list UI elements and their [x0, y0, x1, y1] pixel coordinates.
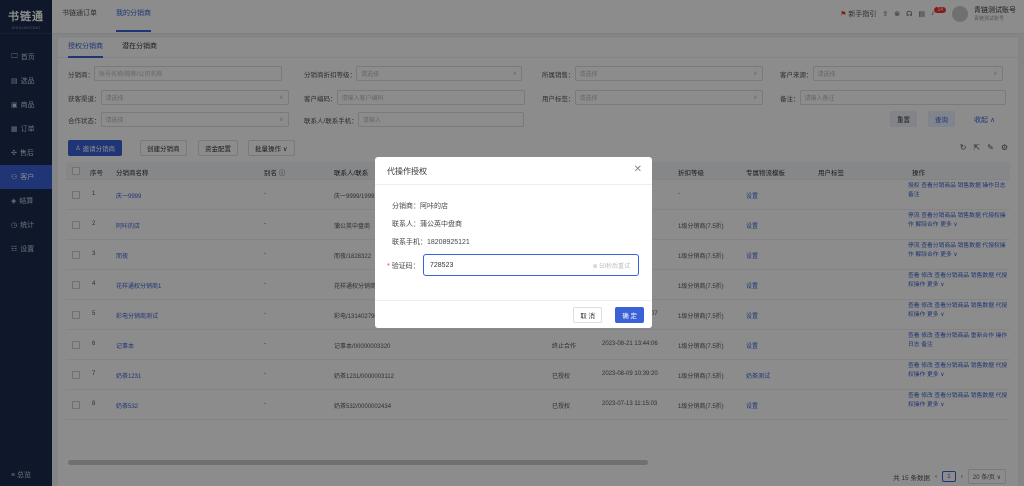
authorize-modal: 代操作授权 ✕ 分销商：阿咔的店 联系人：蒲公英中盘商 联系手机：1820892… — [375, 157, 652, 328]
modal-distributor: 分销商：阿咔的店 — [392, 203, 448, 210]
confirm-button[interactable]: 确 定 — [615, 307, 644, 323]
clear-icon[interactable]: ⊗ — [593, 264, 598, 270]
modal-phone: 联系手机：18208925121 — [392, 239, 470, 246]
modal-footer: 取 消 确 定 — [375, 300, 652, 328]
modal-header: 代操作授权 ✕ — [375, 157, 652, 185]
code-label: * 验证码： — [387, 263, 420, 270]
close-icon[interactable]: ✕ — [634, 164, 642, 175]
resend-countdown: ⊗ 50秒后重试 — [592, 264, 630, 270]
verification-code-input[interactable]: 728523 ⊗ 50秒后重试 — [423, 254, 639, 276]
code-value: 728523 — [430, 261, 454, 269]
modal-title: 代操作授权 — [387, 167, 427, 176]
modal-contact: 联系人：蒲公英中盘商 — [392, 221, 462, 228]
cancel-button[interactable]: 取 消 — [573, 307, 602, 323]
